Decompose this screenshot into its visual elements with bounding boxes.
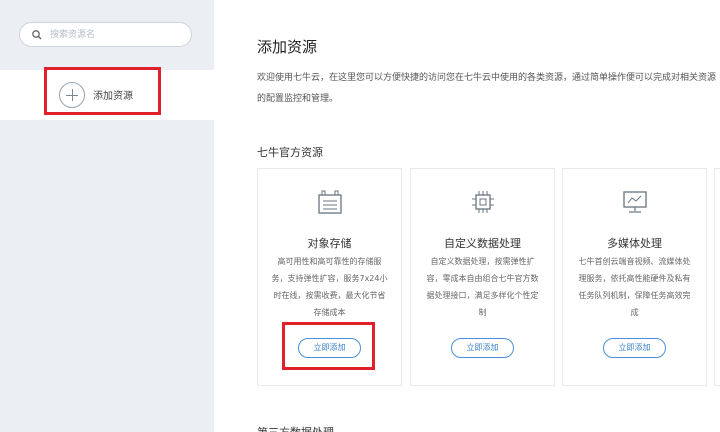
card-description: 自定义数据处理，按需弹性扩容，零成本自由组合七牛官方数据处理接口，满足多样化个性… [426,257,539,317]
sidebar: 搜索资源名 添加资源 [0,0,214,432]
search-placeholder: 搜索资源名 [50,30,96,40]
page-description: 欢迎使用七牛云，在这里您可以方便快捷的访问您在七牛云中使用的各类资源，通过简单操… [257,73,717,104]
resource-card-multimedia-processing: 多媒体处理 七牛首创云端音视频、流媒体处理服务，依托高性能硬件及私有任务队列机制… [562,168,707,386]
page-title: 添加资源 [257,38,318,56]
monitor-icon [623,191,647,213]
resource-card-partial [714,168,720,386]
chip-icon [472,191,494,213]
card-title: 自定义数据处理 [444,237,521,250]
object-storage-icon [318,190,342,214]
card-description: 高可用性和高可靠性的存储服务，支持弹性扩容，服务7x24小时在线，按需收费，最大… [271,257,388,317]
card-title: 对象存储 [307,237,352,250]
highlight-box-add-button [282,322,375,370]
section-title-official: 七牛官方资源 [257,146,323,159]
add-multimedia-processing-button[interactable]: 立即添加 [603,338,666,358]
highlight-box-sidebar [44,67,161,115]
card-title: 多媒体处理 [607,237,662,250]
search-icon [32,30,42,40]
search-input[interactable]: 搜索资源名 [19,22,192,47]
card-description: 七牛首创云端音视频、流媒体处理服务，依托高性能硬件及私有任务队列机制，保障任务高… [578,257,691,317]
resource-card-custom-data-processing: 自定义数据处理 自定义数据处理，按需弹性扩容，零成本自由组合七牛官方数据处理接口… [410,168,555,386]
section-title-third-party: 第三方数据处理 [257,424,334,432]
add-custom-data-processing-button[interactable]: 立即添加 [451,338,514,358]
